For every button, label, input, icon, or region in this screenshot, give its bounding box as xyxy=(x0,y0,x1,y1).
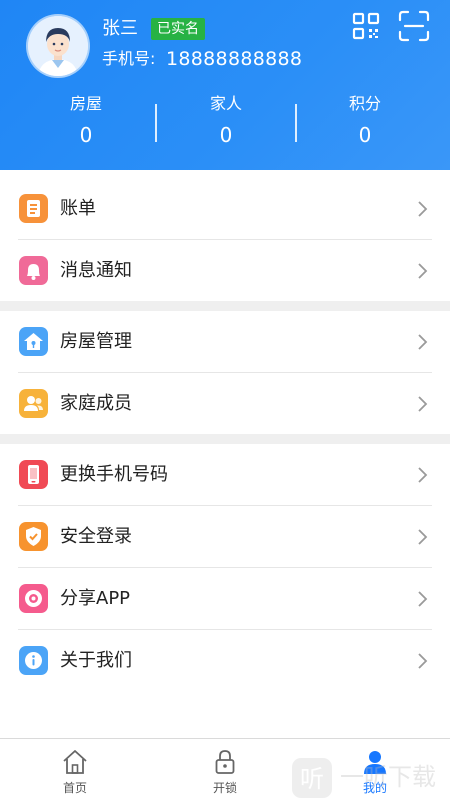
menu-item-bill[interactable]: 账单 xyxy=(0,178,450,239)
avatar-illustration xyxy=(28,16,88,76)
shield-icon xyxy=(19,522,48,551)
nav-tab-unlock[interactable]: 开锁 xyxy=(150,739,300,801)
watermark-logo-icon: 听 xyxy=(292,758,332,798)
scan-icon xyxy=(398,10,430,42)
nav-label: 首页 xyxy=(62,781,87,795)
menu-label: 更换手机号码 xyxy=(60,464,168,485)
section-gap xyxy=(0,301,450,311)
chevron-right-icon xyxy=(418,201,428,217)
lock-icon xyxy=(215,750,235,774)
house-icon xyxy=(19,327,48,356)
menu-label: 账单 xyxy=(60,198,96,219)
chevron-right-icon xyxy=(418,653,428,669)
svg-text:听: 听 xyxy=(300,765,324,793)
phone-label: 手机号: xyxy=(102,49,156,68)
nav-tab-home[interactable]: 首页 xyxy=(0,739,150,801)
menu-label: 关于我们 xyxy=(60,650,132,671)
avatar[interactable] xyxy=(28,16,88,76)
menu-label: 房屋管理 xyxy=(60,331,132,352)
stat-value: 0 xyxy=(79,123,93,147)
phone-icon xyxy=(19,460,48,489)
user-name: 张三 xyxy=(102,18,138,39)
menu-item-house-management[interactable]: 房屋管理 xyxy=(0,311,450,372)
share-icon xyxy=(19,584,48,613)
nav-label: 开锁 xyxy=(212,781,237,795)
chevron-right-icon xyxy=(418,396,428,412)
stat-family[interactable]: 家人 0 xyxy=(156,92,296,150)
info-icon xyxy=(19,646,48,675)
menu-label: 分享APP xyxy=(60,588,131,609)
watermark: 听 一听下载 xyxy=(290,756,450,800)
stat-label: 家人 xyxy=(209,94,242,113)
menu-item-share-app[interactable]: 分享APP xyxy=(0,568,450,629)
qr-code-button[interactable] xyxy=(352,12,380,40)
menu-label: 安全登录 xyxy=(60,526,132,547)
stat-label: 积分 xyxy=(348,94,381,113)
chevron-right-icon xyxy=(418,467,428,483)
profile-header: 张三 已实名 手机号: 18888888888 房屋 0 家人 0 积分 0 xyxy=(0,0,450,170)
family-icon xyxy=(19,389,48,418)
verified-badge: 已实名 xyxy=(151,18,205,40)
chevron-right-icon xyxy=(418,263,428,279)
chevron-right-icon xyxy=(418,334,428,350)
bill-icon xyxy=(19,194,48,223)
chevron-right-icon xyxy=(418,529,428,545)
home-icon xyxy=(63,750,87,774)
stat-points[interactable]: 积分 0 xyxy=(295,92,435,150)
stat-value: 0 xyxy=(219,123,233,147)
menu-item-secure-login[interactable]: 安全登录 xyxy=(0,506,450,567)
stat-value: 0 xyxy=(358,123,372,147)
scan-button[interactable] xyxy=(398,10,430,42)
menu-label: 消息通知 xyxy=(60,260,132,281)
menu-item-notifications[interactable]: 消息通知 xyxy=(0,240,450,301)
menu-item-family-members[interactable]: 家庭成员 xyxy=(0,373,450,434)
qr-code-icon xyxy=(352,12,380,40)
menu-item-about-us[interactable]: 关于我们 xyxy=(0,630,450,691)
stats-bar: 房屋 0 家人 0 积分 0 xyxy=(0,92,450,156)
menu-item-change-phone[interactable]: 更换手机号码 xyxy=(0,444,450,505)
bell-icon xyxy=(19,256,48,285)
chevron-right-icon xyxy=(418,591,428,607)
stat-houses[interactable]: 房屋 0 xyxy=(16,92,156,150)
watermark-text: 一听下载 xyxy=(340,763,436,791)
menu-label: 家庭成员 xyxy=(60,393,132,414)
phone-number: 18888888888 xyxy=(166,48,303,70)
stat-label: 房屋 xyxy=(69,94,102,113)
section-gap xyxy=(0,434,450,444)
